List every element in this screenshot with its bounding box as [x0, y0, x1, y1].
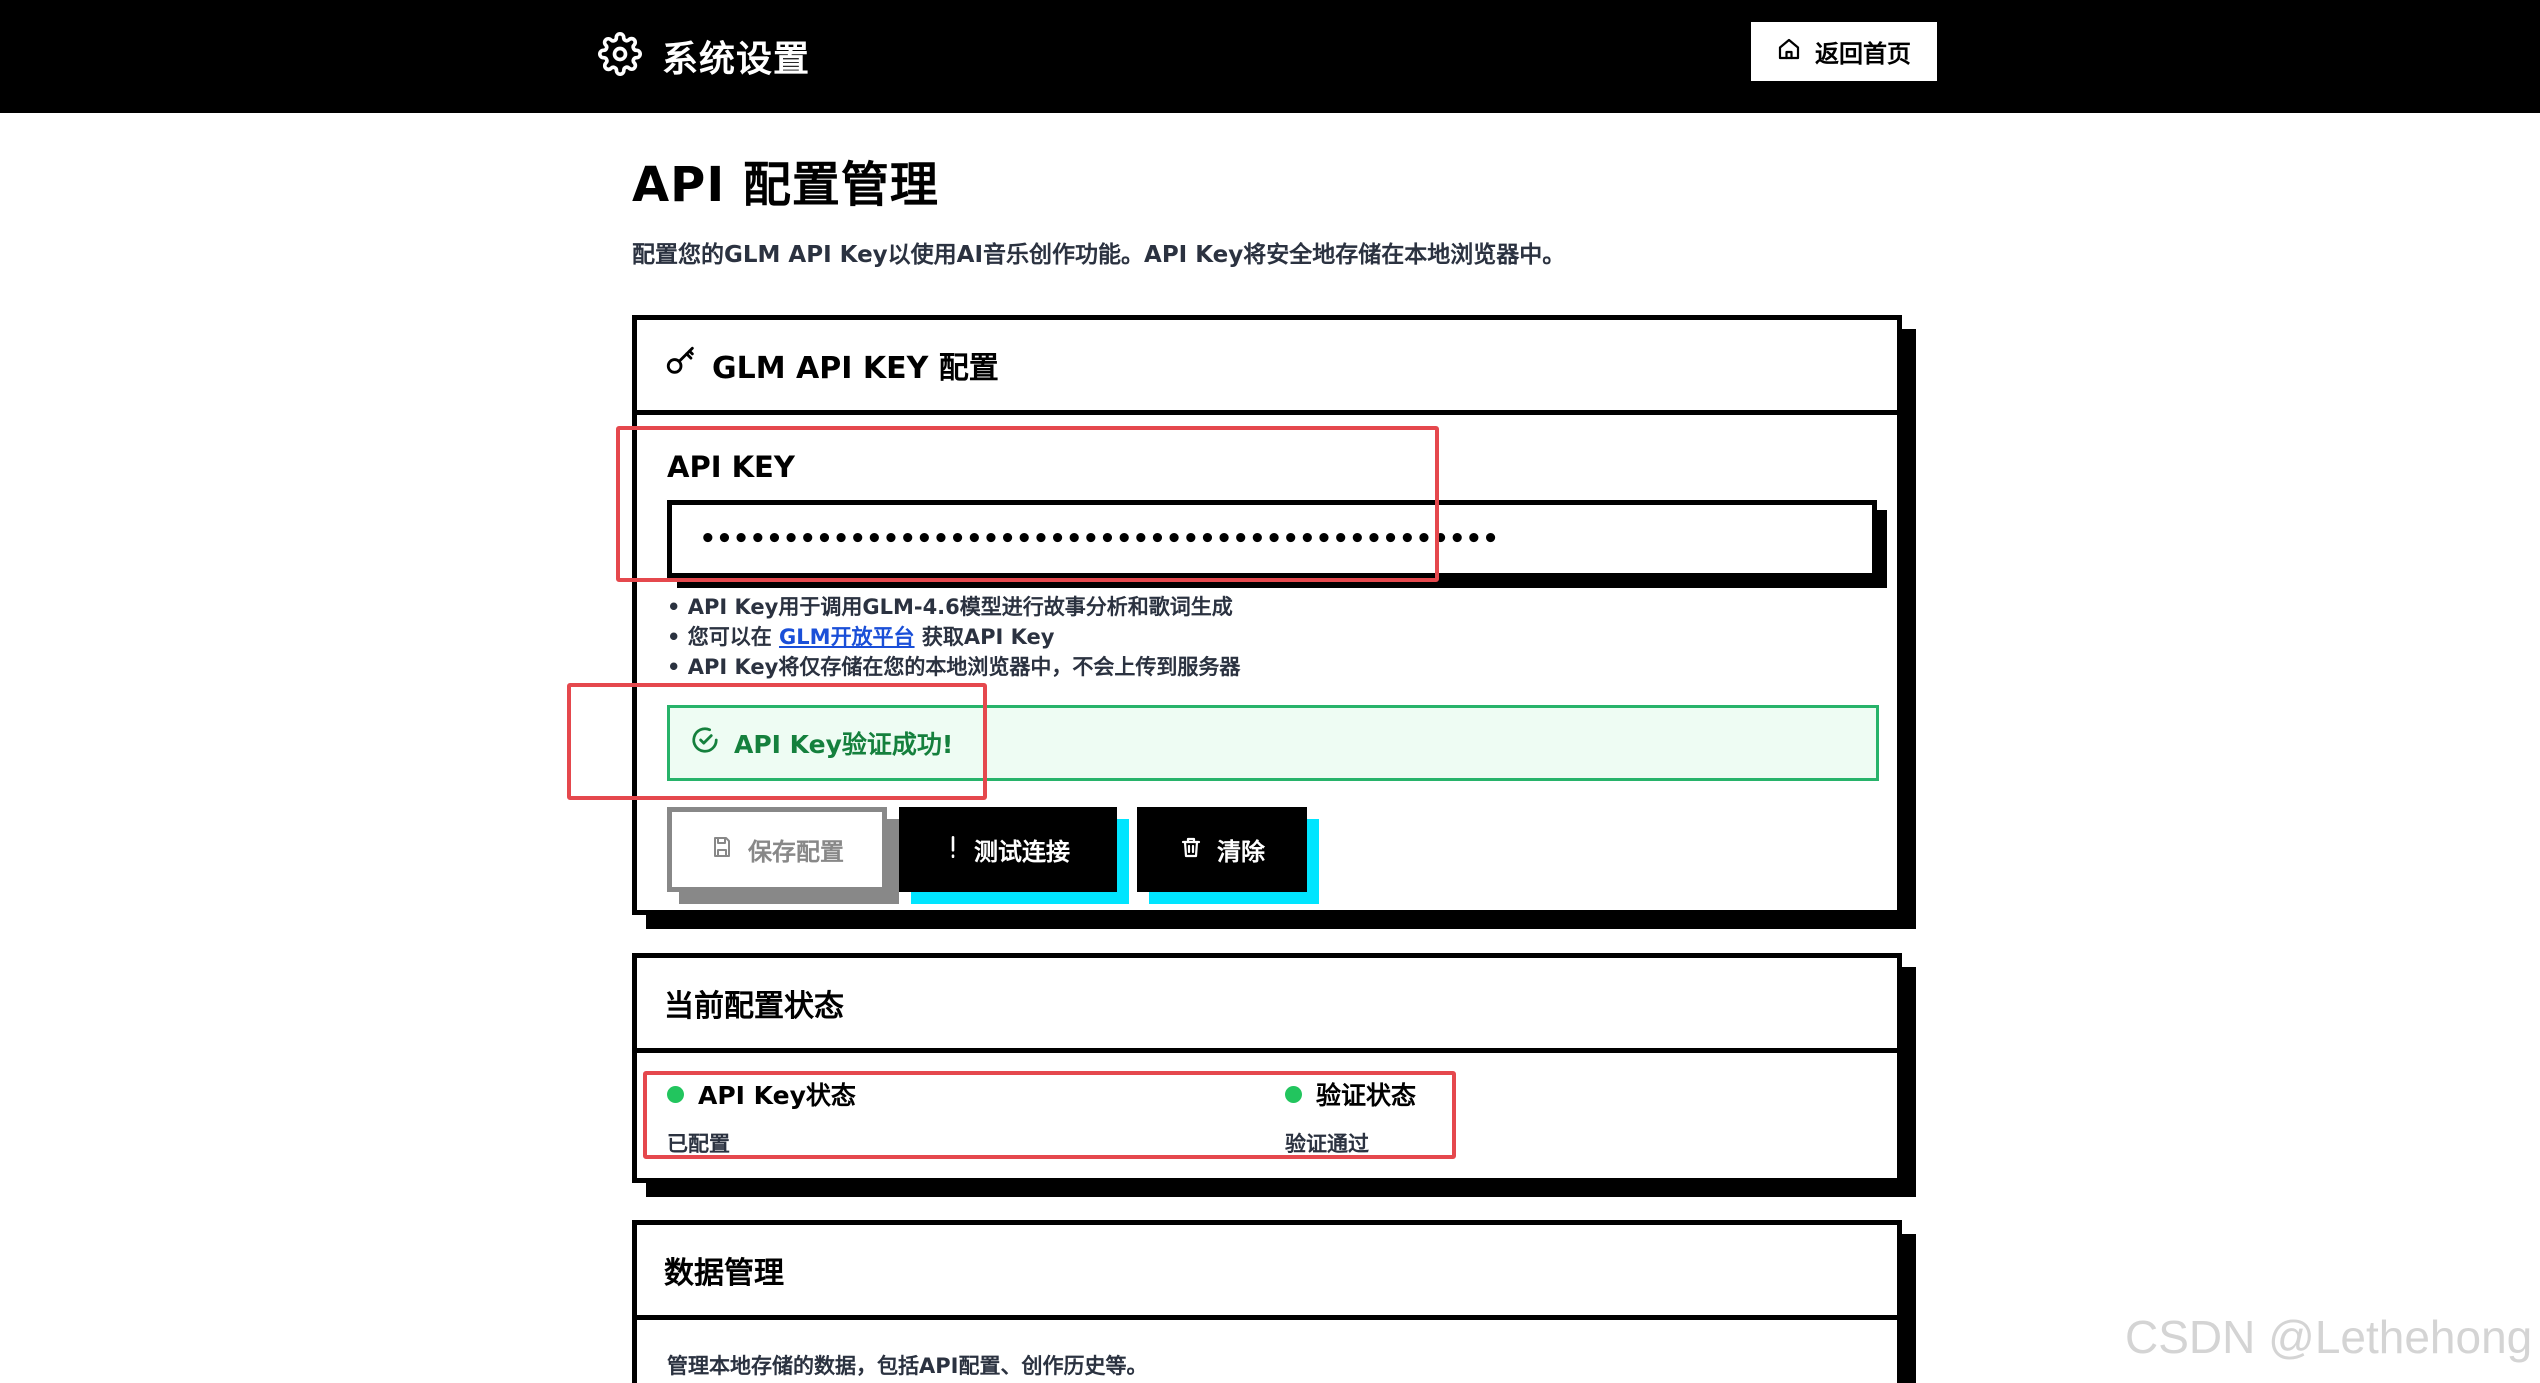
save-config-label: 保存配置	[748, 838, 844, 866]
config-status-card: 当前配置状态 API Key状态 已配置 验证状态 验证通过	[632, 953, 1902, 1183]
clear-label: 清除	[1217, 838, 1265, 866]
key-icon	[664, 344, 698, 386]
verify-status-value: 验证通过	[1285, 1132, 1369, 1156]
clear-button[interactable]: 清除	[1137, 807, 1307, 892]
api-key-config-card: GLM API KEY 配置 API KEY • API Key用于调用GLM-…	[632, 315, 1902, 915]
tip-storage: • API Key将仅存储在您的本地浏览器中，不会上传到服务器	[667, 655, 1241, 679]
verify-status-dot	[1285, 1085, 1302, 1103]
brand: 系统设置	[598, 28, 810, 84]
config-status-header: 当前配置状态	[637, 958, 1897, 1053]
save-icon	[710, 835, 734, 865]
data-management-description: 管理本地存储的数据，包括API配置、创作历史等。	[667, 1354, 1148, 1378]
tip-usage: • API Key用于调用GLM-4.6模型进行故事分析和歌词生成	[667, 595, 1233, 619]
page-title: API 配置管理	[632, 157, 939, 213]
api-key-status-dot	[667, 1085, 684, 1103]
check-circle-icon	[690, 725, 720, 761]
tip-source: • 您可以在 GLM开放平台 获取API Key	[667, 625, 1055, 649]
api-key-status-label: API Key状态	[698, 1081, 856, 1110]
verify-status-label: 验证状态	[1316, 1081, 1417, 1110]
save-config-button[interactable]: 保存配置	[667, 807, 887, 892]
api-key-card-header: GLM API KEY 配置	[637, 320, 1897, 415]
app-title: 系统设置	[662, 39, 811, 80]
api-key-tips: • API Key用于调用GLM-4.6模型进行故事分析和歌词生成 • 您可以在…	[667, 592, 1240, 682]
home-button[interactable]: 返回首页	[1748, 19, 1940, 84]
trash-icon	[1179, 835, 1203, 865]
data-management-card: 数据管理 管理本地存储的数据，包括API配置、创作历史等。	[632, 1220, 1902, 1383]
page-description: 配置您的GLM API Key以使用AI音乐创作功能。API Key将安全地存储…	[632, 242, 1566, 268]
data-management-header: 数据管理	[637, 1225, 1897, 1320]
api-key-input[interactable]	[672, 505, 1872, 573]
home-button-label: 返回首页	[1815, 40, 1911, 68]
api-key-card-title: GLM API KEY 配置	[712, 351, 999, 386]
api-key-status-value: 已配置	[667, 1132, 730, 1156]
api-key-status: API Key状态	[667, 1076, 856, 1112]
exclamation-icon	[946, 834, 960, 866]
test-connection-button[interactable]: 测试连接	[899, 807, 1117, 892]
watermark: CSDN @Lethehong	[2125, 1311, 2533, 1363]
top-bar: 系统设置 返回首页	[0, 0, 2540, 113]
glm-platform-link[interactable]: GLM开放平台	[779, 625, 915, 649]
test-connection-label: 测试连接	[974, 838, 1070, 866]
verify-status: 验证状态	[1285, 1076, 1416, 1112]
api-key-label: API KEY	[667, 450, 795, 484]
home-icon	[1777, 37, 1801, 67]
api-key-input-wrapper	[667, 500, 1877, 578]
verify-success-alert: API Key验证成功!	[667, 705, 1879, 781]
verify-success-text: API Key验证成功!	[734, 730, 954, 759]
gear-icon	[598, 32, 642, 80]
